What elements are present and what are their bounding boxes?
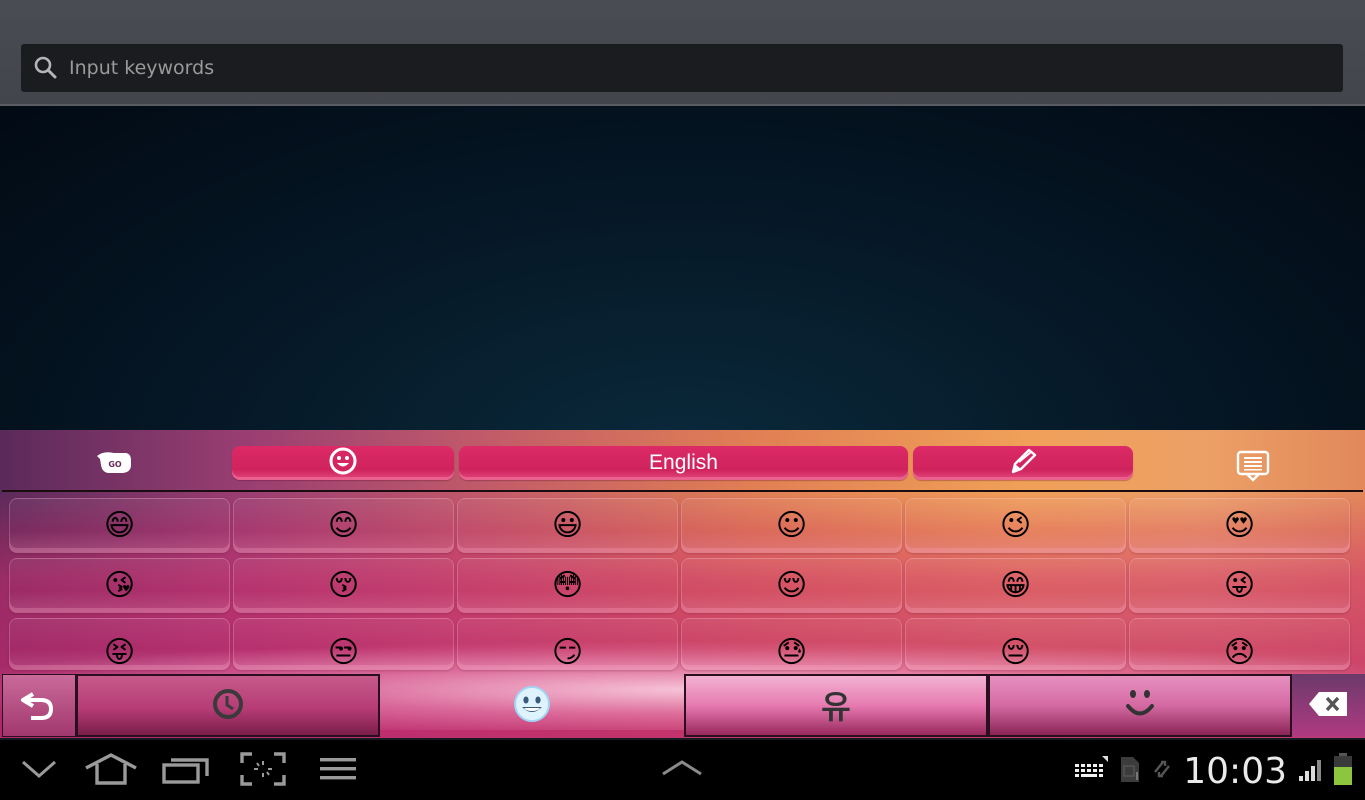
keyboard-top-bar: GO English bbox=[0, 430, 1365, 492]
emoji-key-squinting-face-tongue[interactable]: 😝 bbox=[9, 618, 230, 670]
emoji-key-face-blowing-kiss[interactable]: 😘 bbox=[9, 558, 230, 613]
keyboard-bottom-bar: 유 bbox=[0, 673, 1365, 738]
emoji-key-unamused-face[interactable]: 😒 bbox=[233, 618, 454, 670]
chevron-up-icon[interactable] bbox=[660, 752, 704, 790]
search-box[interactable] bbox=[21, 44, 1343, 92]
emoji-key-kissing-face-closed-eyes[interactable]: 😚 bbox=[233, 558, 454, 613]
emoji-keyboard: GO English 😄 😊 😃 ☺ 😉 😍 😘 😚 😳 😌 😁 😜 😝 😒 😏 😓 😔 bbox=[0, 430, 1365, 738]
winking-face-tongue-icon: 😜 bbox=[1223, 567, 1256, 603]
relieved-face-icon: 😌 bbox=[775, 567, 808, 603]
grinning-face-smiling-eyes-icon: 😁 bbox=[999, 567, 1032, 603]
smiley-face-icon bbox=[328, 446, 358, 480]
hide-keyboard-chevron-down-icon[interactable] bbox=[20, 752, 58, 790]
recent-emoji-tab[interactable] bbox=[76, 674, 380, 737]
status-area: 10:03 bbox=[1073, 748, 1353, 794]
smiling-face-open-mouth-smiling-eyes-icon: 😄 bbox=[103, 507, 136, 543]
signal-icon bbox=[1297, 754, 1323, 788]
keyboard-hide-icon[interactable] bbox=[1236, 450, 1270, 482]
emoji-tab-button[interactable] bbox=[232, 446, 454, 480]
emoji-key-relieved-blushing-face[interactable]: ☺ bbox=[681, 498, 902, 553]
emoji-key-winking-face-tongue[interactable]: 😜 bbox=[1129, 558, 1350, 613]
clock-icon bbox=[211, 687, 245, 725]
system-navigation-bar: 10:03 bbox=[0, 738, 1365, 800]
emoji-key-smiling-face-smiling-eyes[interactable]: 😊 bbox=[233, 498, 454, 553]
emoji-key-flushed-face[interactable]: 😳 bbox=[457, 558, 678, 613]
sync-icon bbox=[1151, 754, 1173, 788]
emoji-key-heart-eyes-face[interactable]: 😍 bbox=[1129, 498, 1350, 553]
content-area bbox=[0, 106, 1365, 430]
go-logo-text: GO bbox=[108, 460, 122, 469]
heart-eyes-face-icon: 😍 bbox=[1223, 507, 1256, 543]
sd-card-icon bbox=[1119, 754, 1141, 788]
winking-face-icon: 😉 bbox=[999, 507, 1032, 543]
disappointed-face-icon: 😞 bbox=[1223, 635, 1256, 670]
emoji-key-smiling-face-open-mouth-smiling-eyes[interactable]: 😄 bbox=[9, 498, 230, 553]
keyboard-icon bbox=[1073, 754, 1109, 788]
emoji-key-downcast-face-sweat[interactable]: 😓 bbox=[681, 618, 902, 670]
top-bar-divider bbox=[2, 490, 1363, 492]
pensive-face-icon: 😔 bbox=[999, 635, 1032, 670]
emoji-face-icon bbox=[512, 684, 552, 728]
smirking-face-icon: 😏 bbox=[551, 635, 584, 670]
emoji-key-disappointed-face[interactable]: 😞 bbox=[1129, 618, 1350, 670]
unamused-face-icon: 😒 bbox=[327, 635, 360, 670]
language-label: English bbox=[649, 451, 718, 474]
smile-face-icon bbox=[1123, 687, 1157, 725]
search-icon bbox=[33, 55, 59, 81]
text-faces-tab[interactable] bbox=[988, 674, 1292, 737]
downcast-face-sweat-icon: 😓 bbox=[775, 635, 808, 670]
korean-emoticon-tab[interactable]: 유 bbox=[684, 674, 988, 737]
screenshot-icon[interactable] bbox=[240, 752, 286, 790]
korean-tab-label: 유 bbox=[821, 688, 850, 726]
smiling-face-open-mouth-icon: 😃 bbox=[551, 507, 584, 543]
handwriting-button[interactable] bbox=[913, 446, 1133, 480]
go-keyboard-logo-icon[interactable]: GO bbox=[96, 450, 134, 476]
home-icon[interactable] bbox=[84, 752, 138, 790]
smiling-face-smiling-eyes-icon: 😊 bbox=[327, 507, 360, 543]
backspace-button[interactable] bbox=[1292, 674, 1365, 737]
battery-icon bbox=[1333, 752, 1353, 790]
emoji-key-grinning-face-smiling-eyes[interactable]: 😁 bbox=[905, 558, 1126, 613]
clock: 10:03 bbox=[1183, 750, 1287, 792]
emoji-key-winking-face[interactable]: 😉 bbox=[905, 498, 1126, 553]
korean-character-icon: 유 bbox=[821, 688, 850, 726]
menu-icon[interactable] bbox=[318, 752, 358, 790]
squinting-face-tongue-icon: 😝 bbox=[103, 635, 136, 670]
recent-apps-icon[interactable] bbox=[161, 752, 211, 790]
emoji-key-smirking-face[interactable]: 😏 bbox=[457, 618, 678, 670]
search-header bbox=[0, 0, 1365, 106]
emoji-key-pensive-face[interactable]: 😔 bbox=[905, 618, 1126, 670]
emoji-key-smiling-face-open-mouth[interactable]: 😃 bbox=[457, 498, 678, 553]
emoji-grid: 😄 😊 😃 ☺ 😉 😍 😘 😚 😳 😌 😁 😜 😝 😒 😏 😓 😔 😞 bbox=[9, 498, 1357, 670]
backspace-icon bbox=[1307, 690, 1351, 722]
smileys-tab[interactable] bbox=[380, 674, 684, 737]
kissing-face-closed-eyes-icon: 😚 bbox=[327, 567, 360, 603]
relieved-blushing-face-icon: ☺ bbox=[775, 507, 808, 543]
pencil-icon bbox=[1007, 446, 1039, 480]
emoji-key-relieved-face[interactable]: 😌 bbox=[681, 558, 902, 613]
language-button[interactable]: English bbox=[459, 446, 908, 480]
search-input[interactable] bbox=[59, 44, 1343, 92]
undo-button[interactable] bbox=[2, 674, 76, 737]
undo-arrow-icon bbox=[19, 686, 59, 726]
flushed-face-icon: 😳 bbox=[551, 567, 584, 603]
face-blowing-kiss-icon: 😘 bbox=[103, 567, 136, 603]
